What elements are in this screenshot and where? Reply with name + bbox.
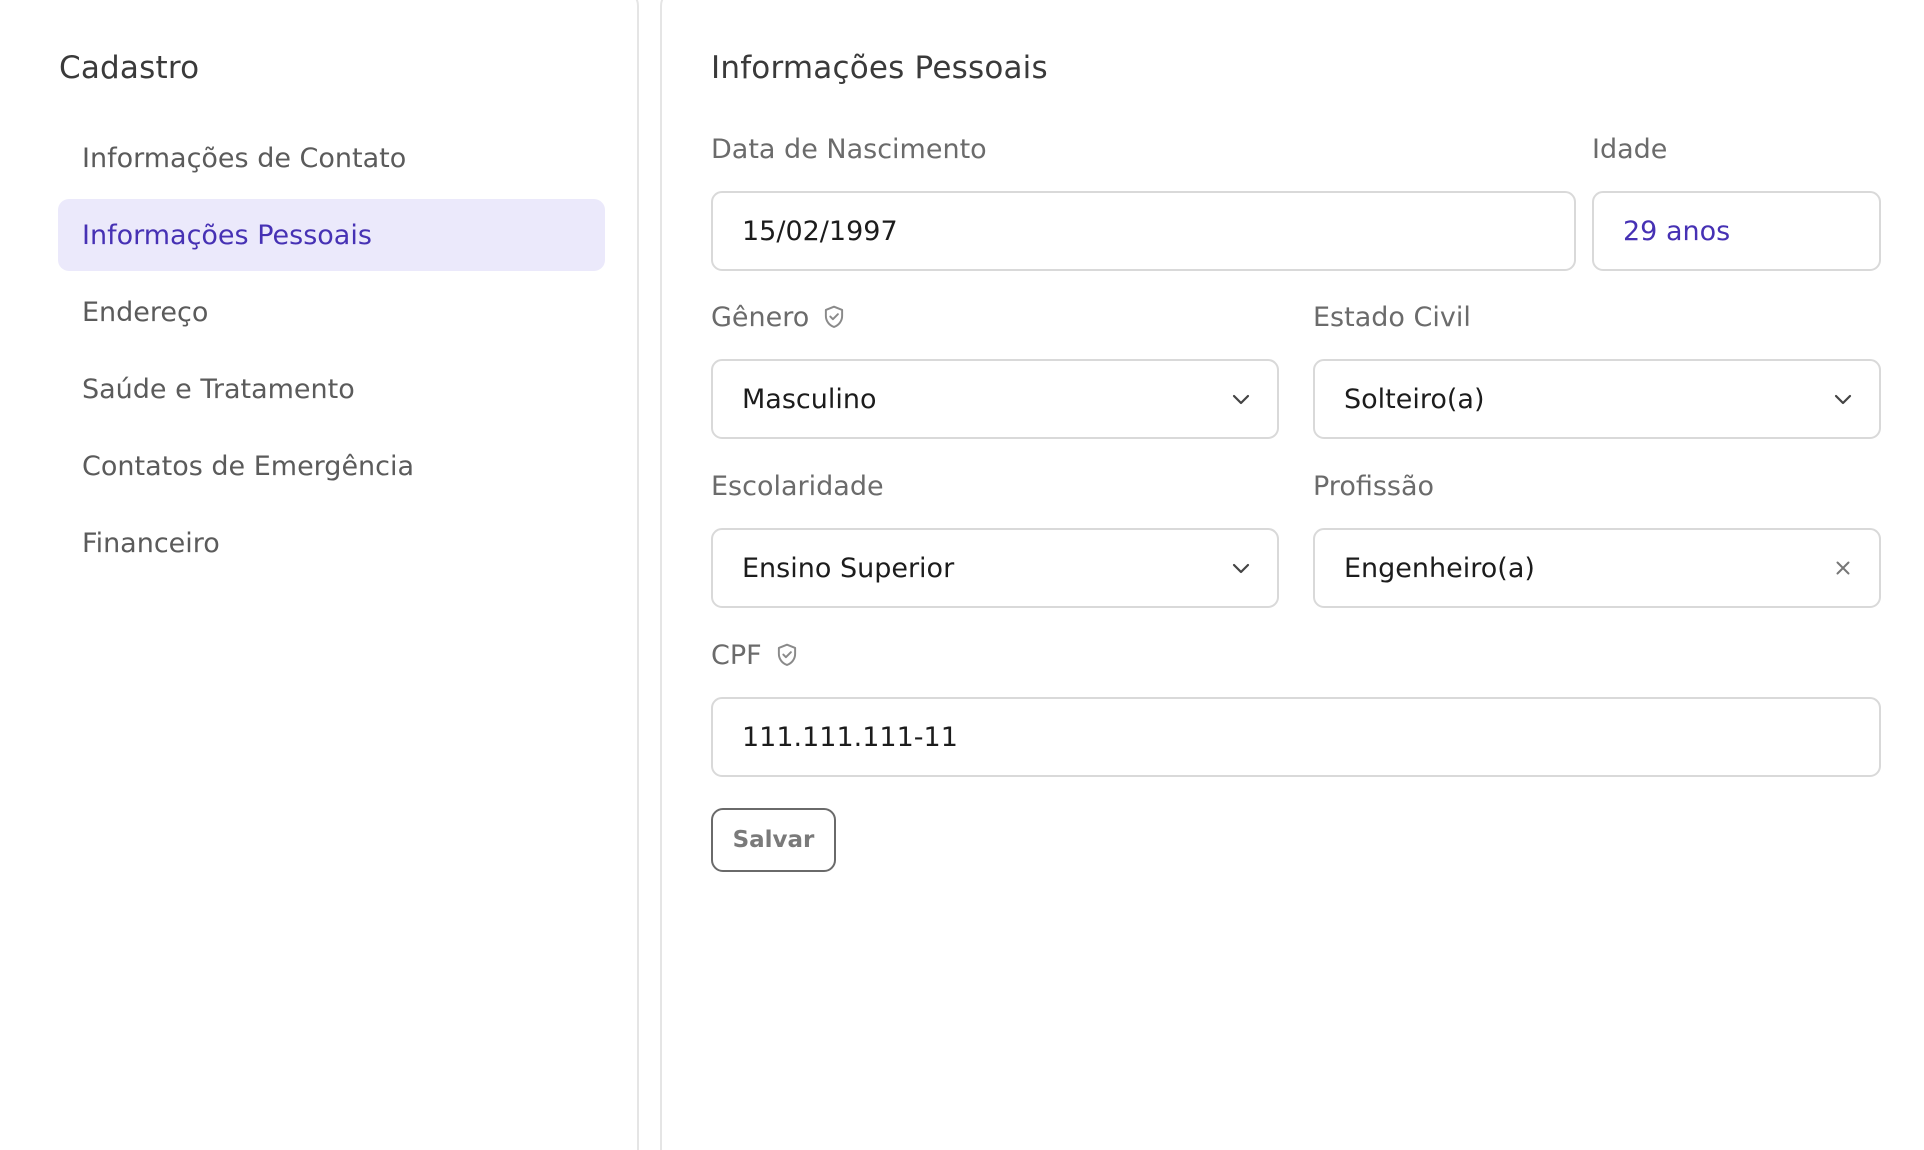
profession-label: Profissão [1313,470,1435,502]
education-field: Escolaridade Ensino Superior [711,469,1279,608]
cpf-label-row: CPF [711,638,1881,672]
cpf-value: 111.111.111-11 [742,721,958,753]
birth-date-label: Data de Nascimento [711,133,987,165]
education-value: Ensino Superior [742,552,955,584]
birth-date-input[interactable]: 15/02/1997 [711,191,1576,271]
gender-label-row: Gênero [711,300,1279,334]
age-field: Idade 29 anos [1592,132,1881,271]
profession-input[interactable]: Engenheiro(a) [1313,528,1881,608]
gender-value: Masculino [742,383,877,415]
marital-status-label: Estado Civil [1313,301,1471,333]
cpf-input[interactable]: 111.111.111-11 [711,697,1881,777]
education-select[interactable]: Ensino Superior [711,528,1279,608]
marital-status-field: Estado Civil Solteiro(a) [1313,300,1881,439]
age-value: 29 anos [1623,215,1731,247]
cpf-field: CPF 111.111.111-11 [711,638,1881,777]
shield-check-icon [821,304,847,330]
chevron-down-icon [1831,387,1855,411]
save-button[interactable]: Salvar [711,808,836,872]
cpf-label: CPF [711,639,762,671]
page-title: Informações Pessoais [711,50,1048,86]
profession-value: Engenheiro(a) [1344,552,1535,584]
age-label: Idade [1592,133,1668,165]
gender-label: Gênero [711,301,810,333]
birth-date-field: Data de Nascimento 15/02/1997 [711,132,1576,271]
sidebar-item-emergencia[interactable]: Contatos de Emergência [58,430,605,502]
sidebar-nav: Informações de Contato Informações Pesso… [58,122,605,584]
sidebar-item-financeiro[interactable]: Financeiro [58,507,605,579]
education-label: Escolaridade [711,470,884,502]
gender-select[interactable]: Masculino [711,359,1279,439]
chevron-down-icon [1229,387,1253,411]
sidebar-item-saude[interactable]: Saúde e Tratamento [58,353,605,425]
shield-check-icon [774,642,800,668]
gender-field: Gênero Masculino [711,300,1279,439]
app-layout: Cadastro Informações de Contato Informaç… [0,0,1924,1150]
age-input[interactable]: 29 anos [1592,191,1881,271]
chevron-down-icon [1229,556,1253,580]
sidebar-item-endereco[interactable]: Endereço [58,276,605,348]
sidebar-title: Cadastro [59,50,200,86]
marital-status-value: Solteiro(a) [1344,383,1485,415]
profession-field: Profissão Engenheiro(a) [1313,469,1881,608]
clear-icon[interactable] [1831,556,1855,580]
birth-date-value: 15/02/1997 [742,215,898,247]
marital-status-select[interactable]: Solteiro(a) [1313,359,1881,439]
sidebar-item-contato[interactable]: Informações de Contato [58,122,605,194]
sidebar-item-pessoais[interactable]: Informações Pessoais [58,199,605,271]
